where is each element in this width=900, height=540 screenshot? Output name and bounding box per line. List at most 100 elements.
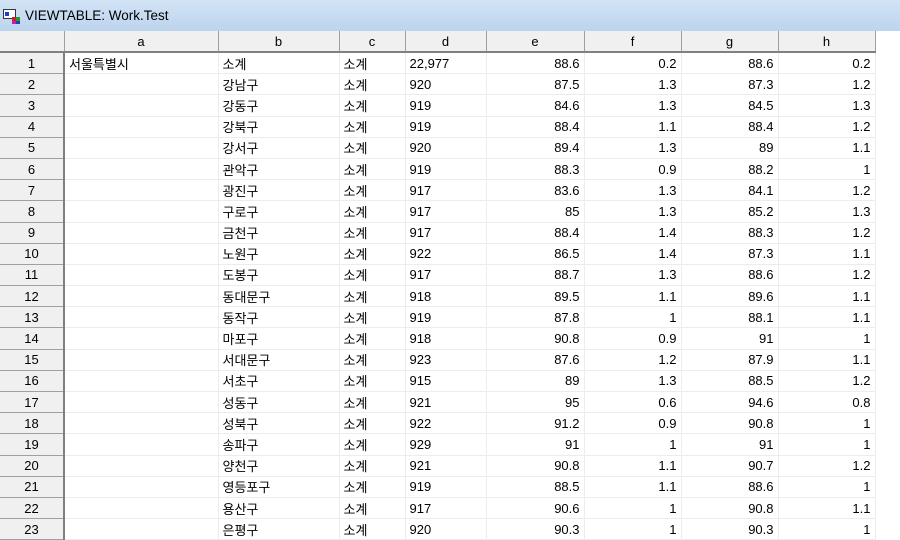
cell-g[interactable]: 88.6 — [681, 52, 779, 75]
cell-h[interactable]: 1 — [778, 476, 876, 498]
cell-a[interactable] — [64, 327, 219, 350]
row-number-cell[interactable]: 13 — [0, 306, 65, 329]
table-row[interactable]: 20 양천구 소계 921 90.8 1.1 90.7 1.2 — [0, 455, 876, 477]
cell-g[interactable]: 87.9 — [681, 349, 779, 371]
cell-e[interactable]: 88.7 — [486, 264, 585, 287]
cell-d[interactable]: 919 — [405, 116, 487, 138]
row-number-cell[interactable]: 18 — [0, 412, 65, 435]
row-number-cell[interactable]: 8 — [0, 200, 65, 223]
cell-e[interactable]: 90.6 — [486, 497, 585, 520]
column-header-c[interactable]: c — [339, 31, 406, 53]
cell-d[interactable]: 917 — [405, 222, 487, 244]
table-row[interactable]: 18 성북구 소계 922 91.2 0.9 90.8 1 — [0, 412, 876, 435]
table-row[interactable]: 16 서초구 소계 915 89 1.3 88.5 1.2 — [0, 370, 876, 393]
cell-h[interactable]: 1.3 — [778, 200, 876, 223]
cell-d[interactable]: 919 — [405, 158, 487, 181]
cell-h[interactable]: 1.2 — [778, 264, 876, 287]
cell-b[interactable]: 송파구 — [218, 433, 340, 456]
cell-h[interactable]: 1.2 — [778, 370, 876, 393]
column-header-b[interactable]: b — [218, 31, 340, 53]
cell-c[interactable]: 소계 — [339, 137, 406, 159]
cell-b[interactable]: 노원구 — [218, 243, 340, 265]
cell-h[interactable]: 1.1 — [778, 243, 876, 265]
row-number-cell[interactable]: 7 — [0, 179, 65, 202]
cell-g[interactable]: 84.5 — [681, 94, 779, 117]
cell-f[interactable]: 0.9 — [584, 412, 682, 435]
cell-f[interactable]: 0.6 — [584, 391, 682, 414]
cell-f[interactable]: 1.4 — [584, 222, 682, 244]
cell-f[interactable]: 1 — [584, 433, 682, 456]
cell-b[interactable]: 강서구 — [218, 137, 340, 159]
cell-e[interactable]: 85 — [486, 200, 585, 223]
row-number-cell[interactable]: 10 — [0, 243, 65, 265]
cell-g[interactable]: 90.7 — [681, 455, 779, 477]
cell-a[interactable] — [64, 73, 219, 96]
cell-d[interactable]: 921 — [405, 391, 487, 414]
cell-f[interactable]: 0.2 — [584, 52, 682, 75]
cell-a[interactable] — [64, 391, 219, 414]
row-number-cell[interactable]: 3 — [0, 94, 65, 117]
row-number-cell[interactable]: 11 — [0, 264, 65, 287]
row-number-cell[interactable]: 15 — [0, 349, 65, 371]
cell-f[interactable]: 1 — [584, 518, 682, 540]
cell-f[interactable]: 1.3 — [584, 370, 682, 393]
cell-a[interactable] — [64, 412, 219, 435]
cell-d[interactable]: 929 — [405, 433, 487, 456]
cell-a[interactable] — [64, 264, 219, 287]
cell-h[interactable]: 1.2 — [778, 73, 876, 96]
cell-c[interactable]: 소계 — [339, 222, 406, 244]
column-header-d[interactable]: d — [405, 31, 487, 53]
table-row[interactable]: 19 송파구 소계 929 91 1 91 1 — [0, 433, 876, 456]
cell-d[interactable]: 923 — [405, 349, 487, 371]
cell-h[interactable]: 1.1 — [778, 137, 876, 159]
cell-d[interactable]: 922 — [405, 243, 487, 265]
cell-a[interactable] — [64, 137, 219, 159]
cell-c[interactable]: 소계 — [339, 158, 406, 181]
cell-g[interactable]: 90.8 — [681, 497, 779, 520]
cell-c[interactable]: 소계 — [339, 306, 406, 329]
cell-b[interactable]: 서초구 — [218, 370, 340, 393]
table-row[interactable]: 7 광진구 소계 917 83.6 1.3 84.1 1.2 — [0, 179, 876, 202]
column-header-e[interactable]: e — [486, 31, 585, 53]
cell-f[interactable]: 1.1 — [584, 476, 682, 498]
cell-g[interactable]: 89.6 — [681, 285, 779, 308]
table-row[interactable]: 6 관악구 소계 919 88.3 0.9 88.2 1 — [0, 158, 876, 181]
cell-b[interactable]: 성동구 — [218, 391, 340, 414]
cell-b[interactable]: 영등포구 — [218, 476, 340, 498]
cell-e[interactable]: 90.3 — [486, 518, 585, 540]
cell-h[interactable]: 1.2 — [778, 179, 876, 202]
cell-e[interactable]: 84.6 — [486, 94, 585, 117]
table-row[interactable]: 23 은평구 소계 920 90.3 1 90.3 1 — [0, 518, 876, 540]
row-number-cell[interactable]: 4 — [0, 116, 65, 138]
table-row[interactable]: 22 용산구 소계 917 90.6 1 90.8 1.1 — [0, 497, 876, 520]
cell-a[interactable] — [64, 455, 219, 477]
cell-h[interactable]: 1.3 — [778, 94, 876, 117]
cell-g[interactable]: 88.6 — [681, 476, 779, 498]
cell-f[interactable]: 0.9 — [584, 327, 682, 350]
cell-g[interactable]: 91 — [681, 433, 779, 456]
cell-e[interactable]: 90.8 — [486, 455, 585, 477]
cell-d[interactable]: 921 — [405, 455, 487, 477]
cell-c[interactable]: 소계 — [339, 73, 406, 96]
cell-b[interactable]: 광진구 — [218, 179, 340, 202]
cell-d[interactable]: 917 — [405, 497, 487, 520]
row-number-cell[interactable]: 19 — [0, 433, 65, 456]
cell-b[interactable]: 도봉구 — [218, 264, 340, 287]
cell-d[interactable]: 917 — [405, 179, 487, 202]
cell-c[interactable]: 소계 — [339, 52, 406, 75]
cell-e[interactable]: 83.6 — [486, 179, 585, 202]
table-row[interactable]: 10 노원구 소계 922 86.5 1.4 87.3 1.1 — [0, 243, 876, 265]
cell-e[interactable]: 88.6 — [486, 52, 585, 75]
cell-d[interactable]: 917 — [405, 200, 487, 223]
cell-a[interactable] — [64, 476, 219, 498]
cell-e[interactable]: 88.3 — [486, 158, 585, 181]
cell-h[interactable]: 1 — [778, 158, 876, 181]
cell-h[interactable]: 1 — [778, 433, 876, 456]
row-number-cell[interactable]: 17 — [0, 391, 65, 414]
cell-e[interactable]: 90.8 — [486, 327, 585, 350]
cell-f[interactable]: 1.2 — [584, 349, 682, 371]
cell-g[interactable]: 88.4 — [681, 116, 779, 138]
column-header-h[interactable]: h — [778, 31, 876, 53]
cell-a[interactable] — [64, 497, 219, 520]
cell-c[interactable]: 소계 — [339, 433, 406, 456]
